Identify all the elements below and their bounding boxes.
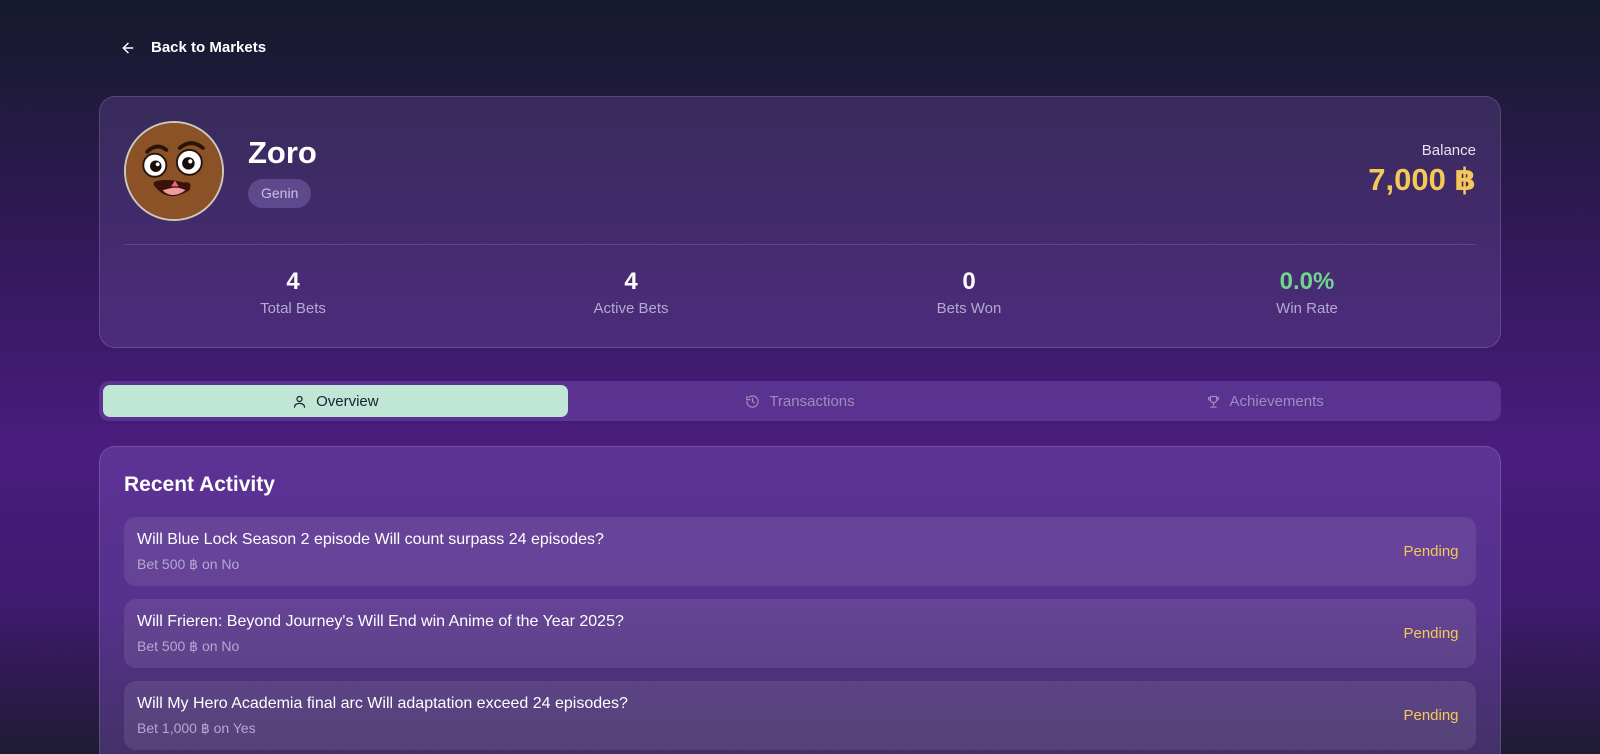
- list-item[interactable]: Will My Hero Academia final arc Will ada…: [124, 681, 1476, 750]
- bet-question: Will Blue Lock Season 2 episode Will cou…: [137, 531, 604, 548]
- profile-tabs: Overview Transactions Achievements: [99, 381, 1501, 421]
- bet-detail: Bet 1,000 ฿ on Yes: [137, 720, 256, 736]
- tab-label: Transactions: [769, 392, 855, 410]
- stat-value: 4: [624, 268, 638, 295]
- balance-value: 7,000 ฿: [1368, 162, 1476, 197]
- tab-label: Overview: [316, 392, 379, 410]
- stats-row: 4 Total Bets 4 Active Bets 0 Bets Won 0.…: [124, 265, 1476, 325]
- stat-label: Win Rate: [1276, 300, 1338, 317]
- status-badge: Pending: [1403, 543, 1459, 560]
- activity-list: Will Blue Lock Season 2 episode Will cou…: [124, 517, 1476, 754]
- avatar-image: [126, 123, 222, 219]
- status-badge: Pending: [1403, 707, 1459, 724]
- stat-value: 4: [286, 268, 300, 295]
- profile-card: Zoro Genin Balance 7,000 ฿ 4 Total Bets …: [99, 96, 1501, 348]
- user-icon: [293, 395, 306, 408]
- stat-value: 0: [962, 268, 976, 295]
- list-item[interactable]: Will Frieren: Beyond Journey's Will End …: [124, 599, 1476, 668]
- stat-total-bets: 4 Total Bets: [124, 265, 462, 325]
- list-item[interactable]: Will Blue Lock Season 2 episode Will cou…: [124, 517, 1476, 586]
- bet-detail: Bet 500 ฿ on No: [137, 638, 240, 654]
- status-badge: Pending: [1403, 625, 1459, 642]
- balance-label: Balance: [1421, 142, 1476, 159]
- stat-label: Bets Won: [936, 300, 1002, 317]
- stat-value: 0.0%: [1279, 268, 1335, 295]
- tab-overview[interactable]: Overview: [103, 385, 568, 417]
- tab-label: Achievements: [1229, 392, 1324, 410]
- history-icon: [746, 394, 760, 408]
- stat-active-bets: 4 Active Bets: [462, 265, 800, 325]
- bet-question: Will My Hero Academia final arc Will ada…: [137, 695, 628, 712]
- stat-bets-won: 0 Bets Won: [800, 265, 1138, 325]
- stat-label: Total Bets: [260, 300, 326, 317]
- back-to-markets-link[interactable]: Back to Markets: [120, 39, 266, 56]
- arrow-left-icon: [122, 42, 134, 53]
- avatar: [124, 121, 224, 221]
- stat-label: Active Bets: [593, 300, 669, 317]
- bet-detail: Bet 500 ฿ on No: [137, 556, 240, 572]
- tab-transactions[interactable]: Transactions: [568, 385, 1033, 417]
- username: Zoro: [248, 135, 317, 170]
- recent-activity-card: Recent Activity Will Blue Lock Season 2 …: [99, 446, 1501, 754]
- profile-divider: [124, 244, 1476, 245]
- stat-win-rate: 0.0% Win Rate: [1138, 265, 1476, 325]
- trophy-icon: [1207, 395, 1219, 408]
- back-label: Back to Markets: [151, 39, 267, 56]
- tab-achievements[interactable]: Achievements: [1032, 385, 1497, 417]
- activity-title: Recent Activity: [124, 473, 275, 496]
- bet-question: Will Frieren: Beyond Journey's Will End …: [137, 613, 624, 630]
- rank-badge: Genin: [248, 179, 312, 208]
